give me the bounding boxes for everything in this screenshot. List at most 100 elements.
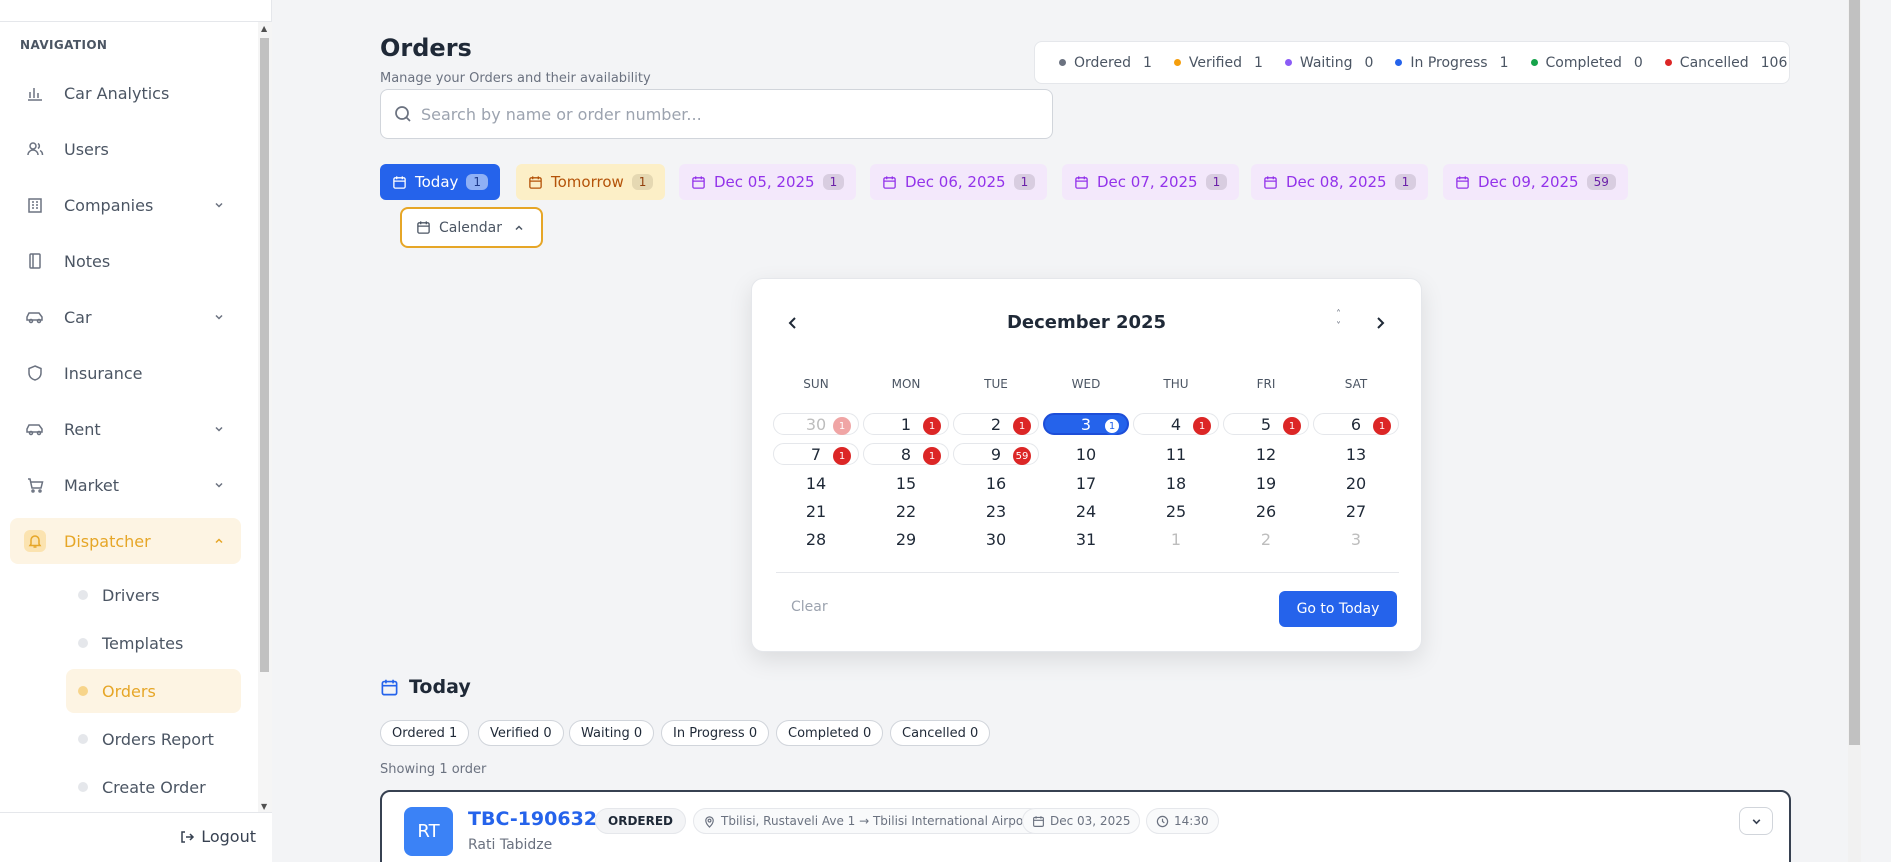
logout-button[interactable]: Logout bbox=[179, 827, 256, 846]
sidebar-item-car[interactable]: Car bbox=[10, 294, 241, 340]
calendar-day[interactable]: 12 bbox=[1223, 443, 1309, 465]
time-chip: 14:30 bbox=[1146, 808, 1219, 834]
sidebar-item-market[interactable]: Market bbox=[10, 462, 241, 508]
calendar-day[interactable]: 19 bbox=[1223, 472, 1309, 494]
calendar-day[interactable]: 21 bbox=[773, 500, 859, 522]
sidebar-subitem-orders-report[interactable]: Orders Report bbox=[66, 717, 241, 761]
date-chip-tomorrow[interactable]: Tomorrow 1 bbox=[516, 164, 666, 200]
weekday-header: TUE bbox=[984, 377, 1008, 391]
calendar-icon bbox=[392, 175, 407, 190]
status-label: Completed bbox=[1545, 54, 1622, 71]
status-ordered: Ordered 1 bbox=[1059, 55, 1152, 71]
day-order-count-badge: 1 bbox=[833, 417, 851, 435]
day-order-count-badge: 1 bbox=[1193, 417, 1211, 435]
calendar-day[interactable]: 14 bbox=[773, 472, 859, 494]
calendar-clear-button[interactable]: Clear bbox=[791, 599, 828, 615]
calendar-day[interactable]: 20 bbox=[1313, 472, 1399, 494]
status-badge: ORDERED bbox=[595, 808, 686, 834]
page-scrollbar[interactable] bbox=[1848, 0, 1861, 862]
calendar-day[interactable]: 17 bbox=[1043, 472, 1129, 494]
filter-pill-ordered[interactable]: Ordered 1 bbox=[380, 720, 470, 746]
calendar-day[interactable]: 22 bbox=[863, 500, 949, 522]
scroll-up-arrow-icon[interactable]: ▲ bbox=[261, 24, 267, 33]
page-scrollbar-thumb[interactable] bbox=[1849, 0, 1860, 745]
bullet-dot bbox=[78, 590, 88, 600]
filter-pill-cancelled[interactable]: Cancelled 0 bbox=[890, 720, 991, 746]
chevron-right-icon[interactable] bbox=[1373, 315, 1387, 334]
calendar-day[interactable]: 30 bbox=[953, 528, 1039, 550]
sidebar-item-car-analytics[interactable]: Car Analytics bbox=[10, 70, 241, 116]
sidebar-subitem-templates[interactable]: Templates bbox=[66, 621, 241, 665]
calendar-day[interactable]: 16 bbox=[953, 472, 1039, 494]
logout-label: Logout bbox=[201, 827, 256, 846]
month-spinner[interactable]: ˄ ˅ bbox=[1336, 309, 1341, 333]
search-input[interactable] bbox=[421, 104, 1001, 124]
day-order-count-badge: 1 bbox=[1103, 417, 1121, 435]
date-chip-dec-07[interactable]: Dec 07, 2025 1 bbox=[1062, 164, 1240, 200]
sidebar-subitem-drivers[interactable]: Drivers bbox=[66, 573, 241, 617]
sidebar-item-companies[interactable]: Companies bbox=[10, 182, 241, 228]
caret-down-icon[interactable]: ˅ bbox=[1336, 321, 1341, 333]
filter-pill-completed[interactable]: Completed 0 bbox=[776, 720, 884, 746]
sidebar-subitem-orders[interactable]: Orders bbox=[66, 669, 241, 713]
filter-pill-in-progress[interactable]: In Progress 0 bbox=[661, 720, 770, 746]
status-label: Ordered bbox=[1074, 54, 1131, 71]
date-chip-today[interactable]: Today 1 bbox=[380, 164, 501, 200]
sidebar-subitem-create-order[interactable]: Create Order bbox=[66, 765, 241, 809]
calendar-day[interactable]: 10 bbox=[1043, 443, 1129, 465]
calendar-icon bbox=[691, 175, 706, 190]
calendar-toggle-button[interactable]: Calendar bbox=[400, 207, 543, 248]
calendar-day[interactable]: 1 bbox=[1133, 528, 1219, 550]
order-card[interactable]: RT TBC-190632 ORDERED Rati Tabidze Tbili… bbox=[380, 790, 1791, 862]
date-chip-dec-09[interactable]: Dec 09, 2025 59 bbox=[1443, 164, 1628, 200]
notebook-icon bbox=[24, 250, 46, 272]
date-chip-dec-05[interactable]: Dec 05, 2025 1 bbox=[679, 164, 857, 200]
chevron-up-icon bbox=[514, 223, 524, 233]
sidebar-item-rent[interactable]: Rent bbox=[10, 406, 241, 452]
sidebar-scrollbar[interactable]: ▲ ▼ bbox=[258, 22, 272, 812]
calendar-day[interactable]: 2 bbox=[1223, 528, 1309, 550]
order-number[interactable]: TBC-190632 bbox=[468, 808, 597, 830]
calendar-day[interactable]: 26 bbox=[1223, 500, 1309, 522]
sidebar-item-dispatcher[interactable]: Dispatcher bbox=[10, 518, 241, 564]
go-to-today-button[interactable]: Go to Today bbox=[1279, 591, 1397, 627]
scroll-down-arrow-icon[interactable]: ▼ bbox=[261, 802, 267, 811]
bullet-dot bbox=[78, 782, 88, 792]
calendar-day[interactable]: 3 bbox=[1313, 528, 1399, 550]
calendar-day[interactable]: 28 bbox=[773, 528, 859, 550]
day-order-count-badge: 1 bbox=[833, 447, 851, 465]
status-count: 1 bbox=[1499, 54, 1509, 71]
calendar-day[interactable]: 13 bbox=[1313, 443, 1399, 465]
sidebar-item-users[interactable]: Users bbox=[10, 126, 241, 172]
status-count: 106 bbox=[1760, 54, 1788, 71]
date-chip: Dec 03, 2025 bbox=[1022, 808, 1141, 834]
date-chip-dec-06[interactable]: Dec 06, 2025 1 bbox=[870, 164, 1048, 200]
calendar-day[interactable]: 23 bbox=[953, 500, 1039, 522]
calendar-day[interactable]: 18 bbox=[1133, 472, 1219, 494]
date-chip-dec-08[interactable]: Dec 08, 2025 1 bbox=[1251, 164, 1429, 200]
filter-pill-verified[interactable]: Verified 0 bbox=[478, 720, 564, 746]
weekday-header: SUN bbox=[803, 377, 829, 391]
calendar-day[interactable]: 29 bbox=[863, 528, 949, 550]
expand-button[interactable] bbox=[1739, 807, 1773, 835]
calendar-day[interactable]: 11 bbox=[1133, 443, 1219, 465]
caret-up-icon[interactable]: ˄ bbox=[1336, 309, 1341, 321]
calendar-day[interactable]: 24 bbox=[1043, 500, 1129, 522]
bullet-dot bbox=[78, 734, 88, 744]
building-icon bbox=[24, 194, 46, 216]
date-chip-label: Dec 08, 2025 bbox=[1286, 173, 1387, 191]
car-icon bbox=[24, 418, 46, 440]
calendar-day[interactable]: 27 bbox=[1313, 500, 1399, 522]
today-section-label: Today bbox=[409, 676, 471, 698]
sidebar-item-notes[interactable]: Notes bbox=[10, 238, 241, 284]
calendar-day[interactable]: 15 bbox=[863, 472, 949, 494]
calendar-day[interactable]: 31 bbox=[1043, 528, 1129, 550]
calendar-divider-line bbox=[776, 572, 1399, 573]
filter-pill-waiting[interactable]: Waiting 0 bbox=[569, 720, 655, 746]
sidebar-subitem-label: Orders bbox=[102, 681, 156, 701]
sidebar-item-insurance[interactable]: Insurance bbox=[10, 350, 241, 396]
date-chip-count: 59 bbox=[1586, 174, 1616, 190]
status-in-progress: In Progress 1 bbox=[1395, 54, 1509, 71]
calendar-day[interactable]: 25 bbox=[1133, 500, 1219, 522]
sidebar-scrollbar-thumb[interactable] bbox=[260, 38, 269, 672]
